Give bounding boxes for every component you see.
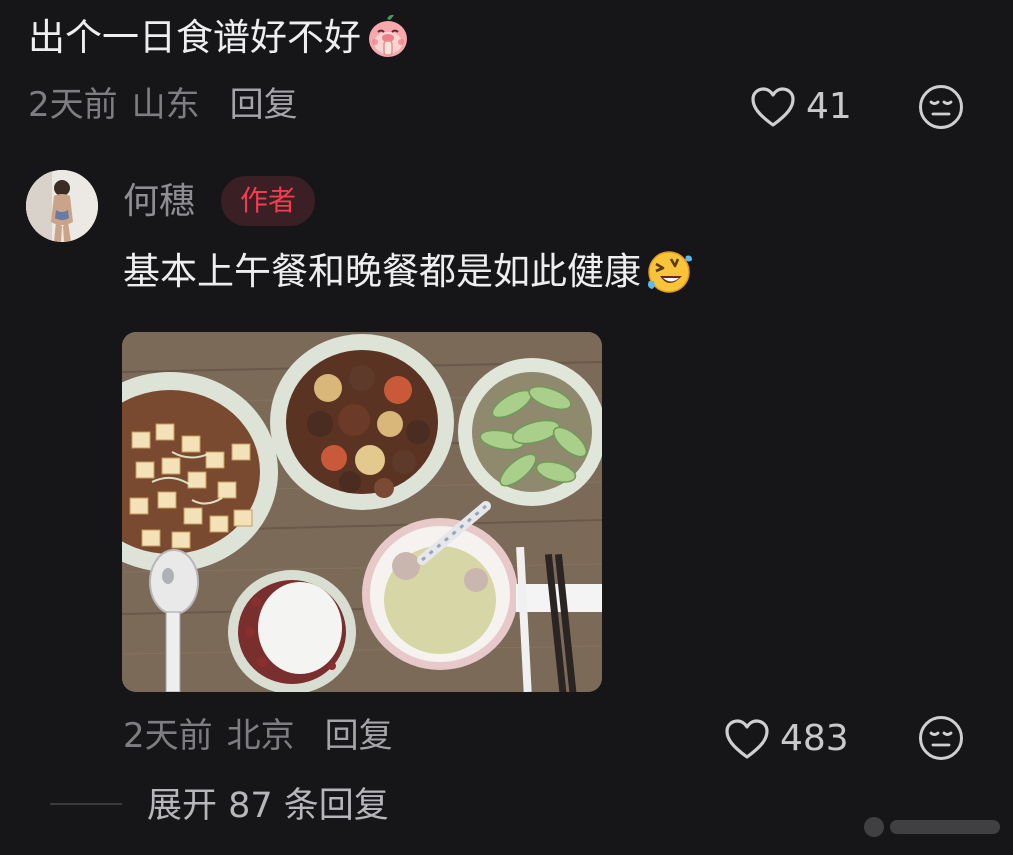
comment-location: 山东 — [131, 85, 200, 125]
heart-icon — [725, 719, 769, 759]
like-count: 483 — [780, 718, 849, 759]
expand-divider — [50, 803, 122, 805]
avatar[interactable] — [26, 170, 98, 242]
like-button[interactable]: 483 — [724, 718, 849, 760]
dislike-button[interactable] — [918, 84, 964, 134]
like-button[interactable]: 41 — [750, 86, 852, 128]
pig-praying-emoji-icon — [365, 13, 411, 59]
comment-text-content: 出个一日食谱好不好 — [28, 16, 361, 59]
author-name[interactable]: 何穗 — [123, 180, 195, 224]
food-photo[interactable] — [122, 332, 602, 692]
reply-time: 2天前 — [123, 716, 213, 756]
reply-text-content: 基本上午餐和晚餐都是如此健康 — [123, 250, 641, 293]
dislike-button[interactable] — [918, 715, 964, 765]
reply-button[interactable]: 回复 — [230, 85, 298, 125]
reply-text: 基本上午餐和晚餐都是如此健康 — [123, 247, 692, 297]
watermark — [860, 812, 1006, 842]
like-count: 41 — [806, 86, 852, 127]
heart-icon — [751, 87, 795, 127]
comment-time: 2天前 — [28, 85, 118, 125]
comment-thread: 出个一日食谱好不好 2天前 山东 回复 41 何穗 作者 基本上午餐和晚餐都是如… — [0, 0, 1013, 855]
author-badge: 作者 — [221, 176, 316, 226]
rolling-laughing-emoji-icon — [645, 247, 692, 293]
reply-location: 北京 — [226, 716, 295, 756]
comment-text: 出个一日食谱好不好 — [28, 14, 411, 63]
comment-meta: 2天前 山东 回复 — [28, 85, 298, 125]
reply-meta: 2天前 北京 回复 — [123, 716, 393, 756]
reply-button[interactable]: 回复 — [325, 716, 393, 756]
meh-face-icon — [919, 85, 963, 129]
expand-replies-button[interactable]: 展开 87 条回复 — [147, 784, 389, 828]
meh-face-icon — [919, 716, 963, 760]
